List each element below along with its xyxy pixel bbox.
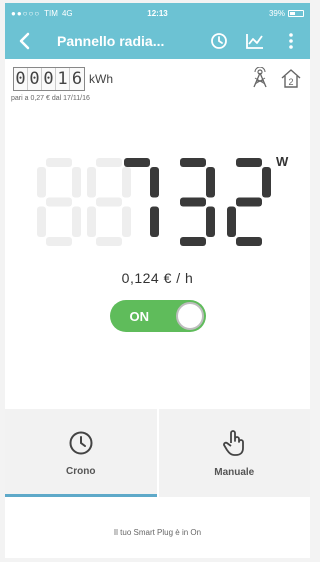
power-unit: W: [276, 154, 289, 169]
counter-digit: 1: [56, 68, 70, 90]
kwh-unit: kWh: [89, 72, 113, 86]
toggle-knob[interactable]: [175, 302, 204, 330]
tab-manuale[interactable]: Manuale: [156, 409, 311, 497]
segment: [124, 158, 150, 167]
segment: [37, 206, 46, 237]
power-display: W: [5, 152, 310, 302]
segment: [96, 158, 122, 167]
tower-icon[interactable]: [250, 67, 270, 89]
rate-note: pari a 0,27 € dal 17/11/16: [11, 95, 90, 102]
segment: [227, 206, 236, 237]
back-chevron-icon: [19, 32, 30, 50]
segment: [46, 237, 72, 246]
chart-icon: [246, 34, 263, 49]
tab-crono[interactable]: Crono: [5, 409, 157, 497]
tab-manuale-label: Manuale: [214, 466, 255, 478]
clock-icon: [211, 33, 227, 49]
clock-icon: [69, 431, 93, 454]
app-bar-actions: [208, 30, 302, 52]
segment: [150, 167, 159, 198]
segment: [180, 197, 206, 207]
back-button[interactable]: [13, 26, 35, 56]
home-badge: 2: [288, 77, 293, 87]
segment: [72, 167, 81, 198]
home-2-icon[interactable]: 2: [280, 67, 302, 89]
segment: [96, 237, 122, 246]
more-vertical-icon: [289, 33, 293, 49]
device-frame: ●●○○○ TIM 4G 12:13 39% Pannello radia...: [0, 0, 320, 562]
power-toggle-wrap: ON: [5, 300, 310, 332]
toggle-label: ON: [129, 308, 150, 324]
status-time: 12:13: [147, 8, 168, 18]
schedule-button[interactable]: [208, 30, 230, 52]
segment: [122, 206, 131, 237]
segment: [46, 197, 72, 207]
ghost-digit: [37, 158, 81, 246]
chart-button[interactable]: [244, 30, 266, 52]
app-bar: Pannello radia...: [5, 23, 310, 59]
kwh-counter: 0 0 0 1 6: [13, 67, 85, 91]
segment: [236, 197, 262, 207]
segment: [206, 167, 215, 198]
status-bar: ●●○○○ TIM 4G 12:13 39%: [5, 3, 310, 23]
mode-tabs: Crono Manuale: [5, 409, 310, 497]
segment: [87, 167, 96, 198]
counter-digit: 0: [28, 68, 42, 90]
power-digit: [180, 158, 215, 246]
more-menu-button[interactable]: [280, 30, 302, 52]
counter-digit: 6: [71, 69, 83, 89]
segment: [87, 206, 96, 237]
ghost-digit: [87, 158, 131, 246]
page-title: Pannello radia...: [57, 33, 165, 49]
counter-digit: 0: [42, 68, 56, 90]
segment: [150, 206, 159, 237]
segment: [122, 167, 131, 198]
counter-digit: 0: [14, 68, 28, 90]
segment: [46, 158, 72, 167]
power-digit: [227, 158, 271, 246]
hand-pointer-icon: [223, 429, 245, 456]
segment: [236, 237, 262, 246]
power-toggle[interactable]: ON: [109, 300, 206, 332]
segment: [236, 158, 262, 167]
energy-meter: 0 0 0 1 6 kWh 2: [5, 59, 310, 91]
app-screen: ●●○○○ TIM 4G 12:13 39% Pannello radia...: [5, 3, 310, 558]
segment: [180, 158, 206, 167]
segment: [37, 167, 46, 198]
segment: [96, 197, 122, 207]
segment: [180, 237, 206, 246]
meter-icons: 2: [250, 67, 302, 89]
segment: [206, 206, 215, 237]
segment: [72, 206, 81, 237]
tab-crono-label: Crono: [66, 465, 96, 477]
power-seven-segment: [37, 158, 271, 246]
segment: [262, 167, 271, 198]
status-message: Il tuo Smart Plug è in On: [113, 528, 202, 537]
battery-icon: [288, 9, 304, 17]
